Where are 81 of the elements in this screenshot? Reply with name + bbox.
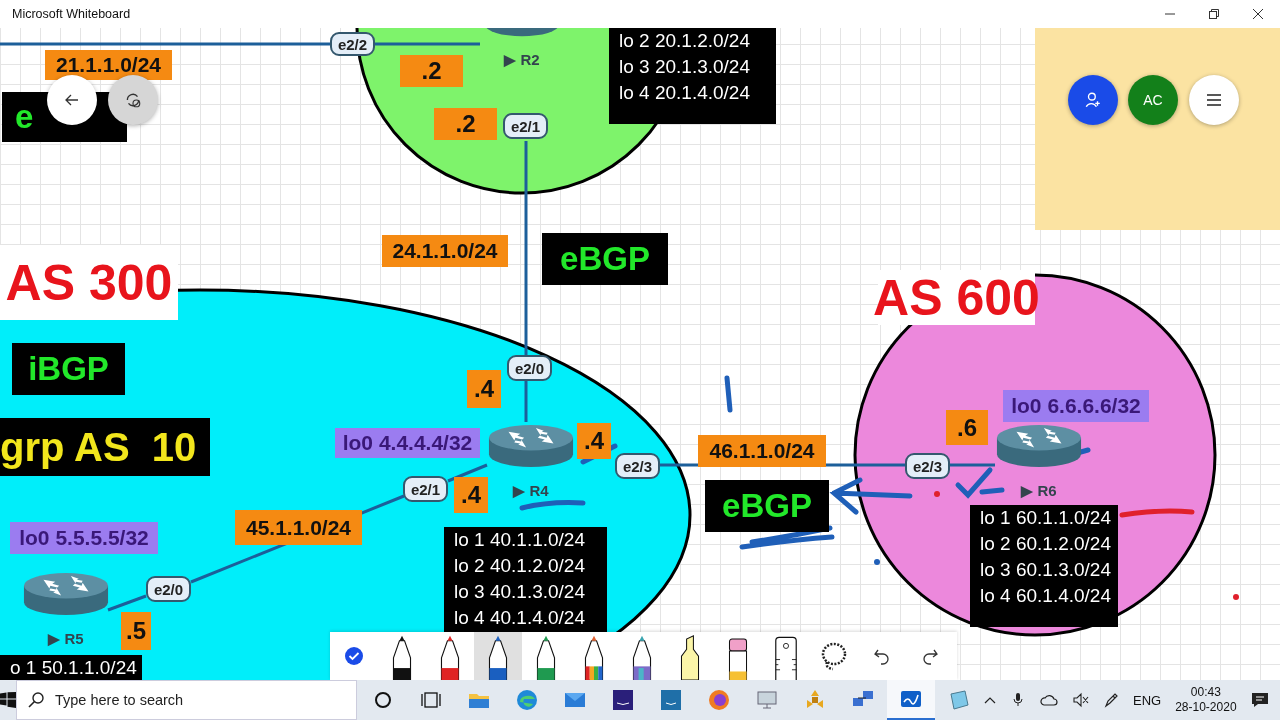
bgp-label: eBGP xyxy=(705,480,829,532)
monitor-icon xyxy=(755,688,779,712)
router-label: ▶ R5 xyxy=(48,630,84,648)
notepad-icon xyxy=(947,688,971,712)
add-person-icon xyxy=(1084,91,1102,109)
router-label: ▶ R4 xyxy=(513,482,549,500)
router-icon xyxy=(995,422,1083,468)
muted-speaker-icon[interactable] xyxy=(1073,692,1089,708)
host-address-label: .5 xyxy=(121,612,151,650)
host-address-label: .4 xyxy=(467,370,501,408)
host-address-label: .4 xyxy=(577,423,611,459)
interface-label: e2/0 xyxy=(146,576,191,602)
host-address-label: .2 xyxy=(400,55,463,87)
search-icon xyxy=(28,692,44,708)
firefox-icon xyxy=(707,688,731,712)
router-icon xyxy=(22,570,110,616)
ink-dot xyxy=(934,491,940,497)
ink-stroke xyxy=(519,500,586,511)
edge-icon xyxy=(515,688,539,712)
sync-icon xyxy=(124,91,142,109)
interface-label: e2/1 xyxy=(403,476,448,502)
loopback-entry: o 1 50.1.1.0/24 xyxy=(10,656,137,680)
as-heading: AS 300 xyxy=(0,245,178,320)
loopback-entry: lo 2 20.1.2.0/24 xyxy=(619,29,750,53)
router-icon xyxy=(487,422,575,468)
clock-date[interactable]: 28-10-2020 xyxy=(1175,700,1237,715)
interface-label: e2/3 xyxy=(615,453,660,479)
loopback-address-label: lo0 6.6.6.6/32 xyxy=(1003,390,1149,422)
cloud-icon[interactable] xyxy=(1039,692,1059,708)
loopback-address-label: lo0 4.4.4.4/32 xyxy=(335,428,480,458)
video-icon xyxy=(659,688,683,712)
loopback-entry: lo 4 40.1.4.0/24 xyxy=(454,606,585,630)
loopback-address-label: lo0 5.5.5.5/32 xyxy=(10,522,158,554)
subnet-label: 21.1.1.0/24 xyxy=(45,50,172,80)
checkmark-icon xyxy=(344,646,364,666)
ink-dot xyxy=(1233,594,1239,600)
bgp-label: eBGP xyxy=(542,233,668,285)
loopback-entry: lo 3 40.1.3.0/24 xyxy=(454,580,585,604)
loopback-entry: lo 4 20.1.4.0/24 xyxy=(619,81,750,105)
connection-line xyxy=(107,594,147,612)
ink-dot xyxy=(874,559,880,565)
connection-line xyxy=(950,463,995,467)
subnet-label: 24.1.1.0/24 xyxy=(382,235,508,267)
language-indicator[interactable]: ENG xyxy=(1133,692,1162,708)
interface-label: e2/3 xyxy=(905,453,950,479)
clock-time[interactable]: 00:43 xyxy=(1190,685,1221,700)
search-field[interactable]: Type here to search xyxy=(16,680,357,720)
bgp-label: iBGP xyxy=(12,343,125,395)
host-address-label: .6 xyxy=(946,410,988,445)
lasso-icon xyxy=(819,641,849,671)
router-label: ▶ R2 xyxy=(504,51,540,69)
windows-start-icon[interactable] xyxy=(0,692,16,708)
connection-line xyxy=(524,381,528,422)
subnet-label: 46.1.1.0/24 xyxy=(698,435,826,467)
back-arrow-icon xyxy=(64,92,80,108)
host-address-label: .2 xyxy=(434,108,497,140)
ink-stroke xyxy=(724,375,733,413)
loopback-entry: lo 2 60.1.2.0/24 xyxy=(980,532,1111,556)
subnet-label: 45.1.1.0/24 xyxy=(235,510,362,545)
music-icon xyxy=(611,688,635,712)
close-icon[interactable] xyxy=(1253,9,1263,19)
host-address-label: .4 xyxy=(454,477,488,513)
loopback-entry: lo 3 60.1.3.0/24 xyxy=(980,558,1111,582)
notification-icon[interactable] xyxy=(1250,691,1269,709)
router-label: ▶ R6 xyxy=(1021,482,1057,500)
note-label: grp AS 10 xyxy=(0,418,210,476)
loopback-entry: lo 3 20.1.3.0/24 xyxy=(619,55,750,79)
connection-line xyxy=(447,463,488,483)
microphone-icon[interactable] xyxy=(1011,692,1025,708)
loopback-entry: lo 1 60.1.1.0/24 xyxy=(980,506,1111,530)
restore-icon[interactable] xyxy=(1209,9,1219,19)
interface-label: e2/0 xyxy=(507,355,552,381)
interface-label: e2/2 xyxy=(330,32,375,56)
loopback-entry: lo 1 40.1.1.0/24 xyxy=(454,528,585,552)
loopback-entry: lo 4 60.1.4.0/24 xyxy=(980,584,1111,608)
interface-label: e2/1 xyxy=(503,113,548,139)
loopback-entry: lo 2 40.1.2.0/24 xyxy=(454,554,585,578)
pen-tool[interactable] xyxy=(474,632,522,680)
menu-icon xyxy=(1206,94,1222,106)
window-title: Microsoft Whiteboard xyxy=(12,7,132,21)
pen-icon[interactable] xyxy=(1103,692,1119,708)
